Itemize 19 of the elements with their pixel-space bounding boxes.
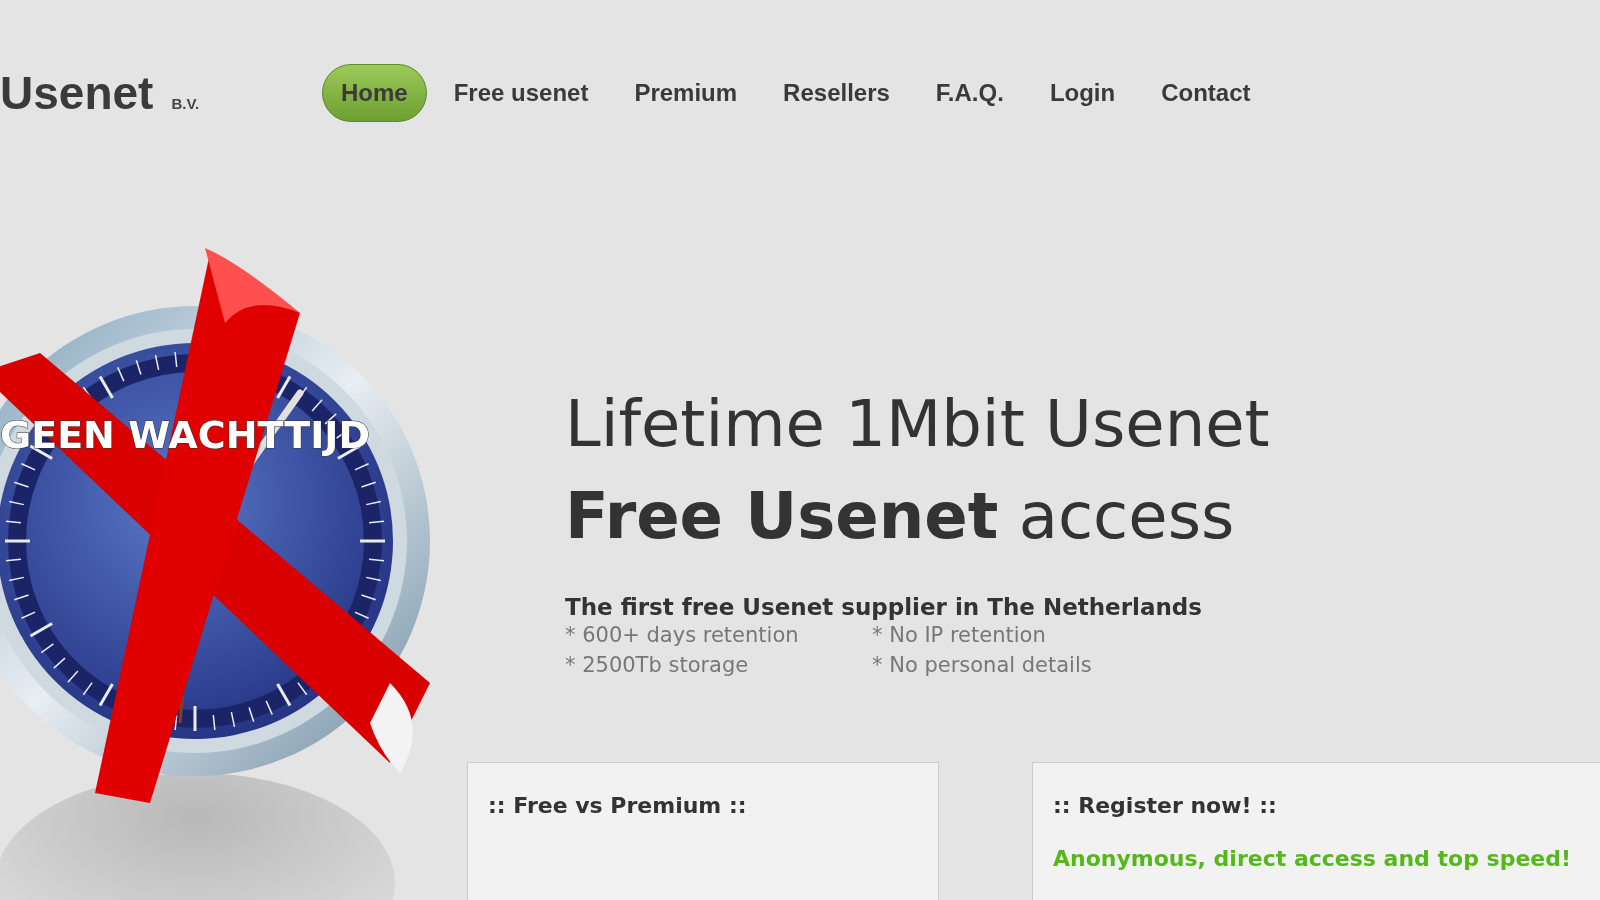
card-title: :: Register now! :: — [1053, 793, 1278, 818]
nav-link[interactable]: Contact — [1142, 64, 1270, 122]
feature-text: * No IP retention — [872, 622, 1047, 649]
nav-link[interactable]: Free usenet — [434, 64, 608, 122]
logo-suffix: B.V. — [171, 95, 200, 112]
card-title: :: Free vs Premium :: — [488, 793, 748, 818]
headline: Lifetime 1Mbit Usenet — [565, 386, 1271, 463]
feature-text: * No personal details — [872, 652, 1093, 679]
logo-text: Usenet — [0, 66, 154, 120]
feature-text: * 600+ days retention — [565, 622, 800, 649]
nav-link[interactable]: Login — [1030, 64, 1135, 122]
subtitle: The first free Usenet supplier in The Netherlands — [565, 594, 1203, 620]
nav-link[interactable]: Premium — [615, 64, 757, 122]
headline: Free Usenet access — [565, 478, 1236, 555]
feature-text: * 2500Tb storage — [565, 652, 750, 679]
nav-link[interactable]: Home — [322, 64, 427, 122]
tagline: Anonymous, direct access and top speed! — [1053, 846, 1572, 871]
nav-link[interactable]: F.A.Q. — [916, 64, 1023, 122]
nav-link[interactable]: Resellers — [764, 64, 909, 122]
